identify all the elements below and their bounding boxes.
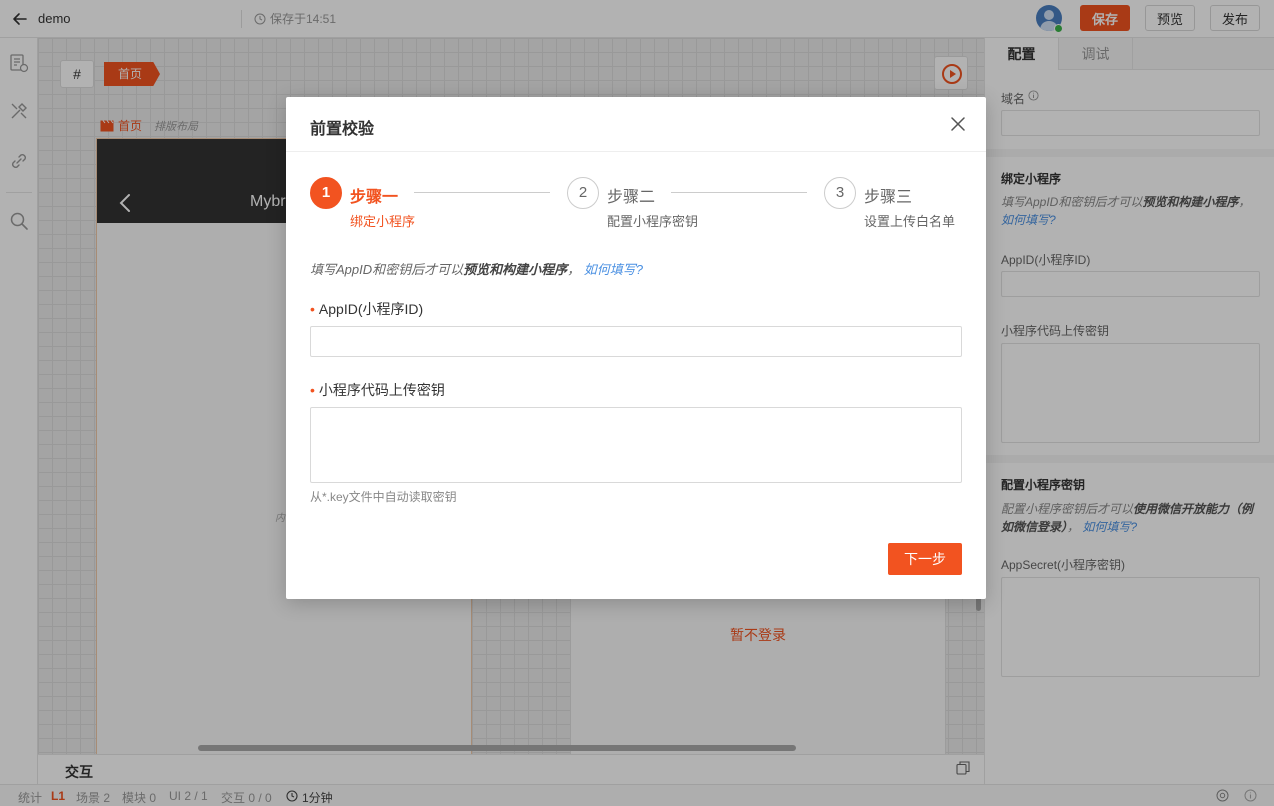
step-subtitle: 配置小程序密钥	[607, 214, 699, 229]
step-number: 2	[567, 177, 599, 209]
step-connector	[414, 192, 550, 193]
form-hint: 填写AppID和密钥后才可以预览和构建小程序， 如何填写?	[310, 259, 643, 278]
step-title: 步骤一	[350, 189, 399, 206]
hint-text: 填写AppID和密钥后才可以	[310, 262, 464, 277]
appid-field[interactable]	[310, 326, 962, 357]
close-icon[interactable]	[950, 116, 966, 132]
appid-field-label: • AppID(小程序ID)	[310, 299, 423, 319]
next-step-button[interactable]: 下一步	[888, 543, 962, 575]
appid-label-text: AppID(小程序ID)	[318, 301, 424, 317]
step-title: 步骤二	[607, 189, 656, 206]
divider	[286, 151, 986, 152]
upload-key-field[interactable]	[310, 407, 962, 483]
step-title: 步骤三	[864, 189, 913, 206]
hint-separator: ，	[567, 262, 581, 277]
step-connector	[671, 192, 807, 193]
hint-emphasis: 预览和构建小程序	[463, 262, 568, 277]
upload-key-field-label: • 小程序代码上传密钥	[310, 380, 445, 400]
step-number: 1	[310, 177, 342, 209]
step-number: 3	[824, 177, 856, 209]
upload-key-help: 从*.key文件中自动读取密钥	[310, 490, 457, 504]
upload-key-label-text: 小程序代码上传密钥	[318, 382, 445, 398]
required-marker: •	[310, 301, 315, 317]
step-subtitle: 绑定小程序	[350, 214, 416, 229]
precheck-dialog: 前置校验 1 步骤一 绑定小程序 2 步骤二 配置小程序密钥 3 步骤三 设置上…	[286, 97, 986, 599]
step-subtitle: 设置上传白名单	[864, 214, 956, 229]
how-to-fill-link[interactable]: 如何填写?	[584, 262, 643, 277]
dialog-title: 前置校验	[310, 121, 375, 138]
required-marker: •	[310, 382, 315, 398]
